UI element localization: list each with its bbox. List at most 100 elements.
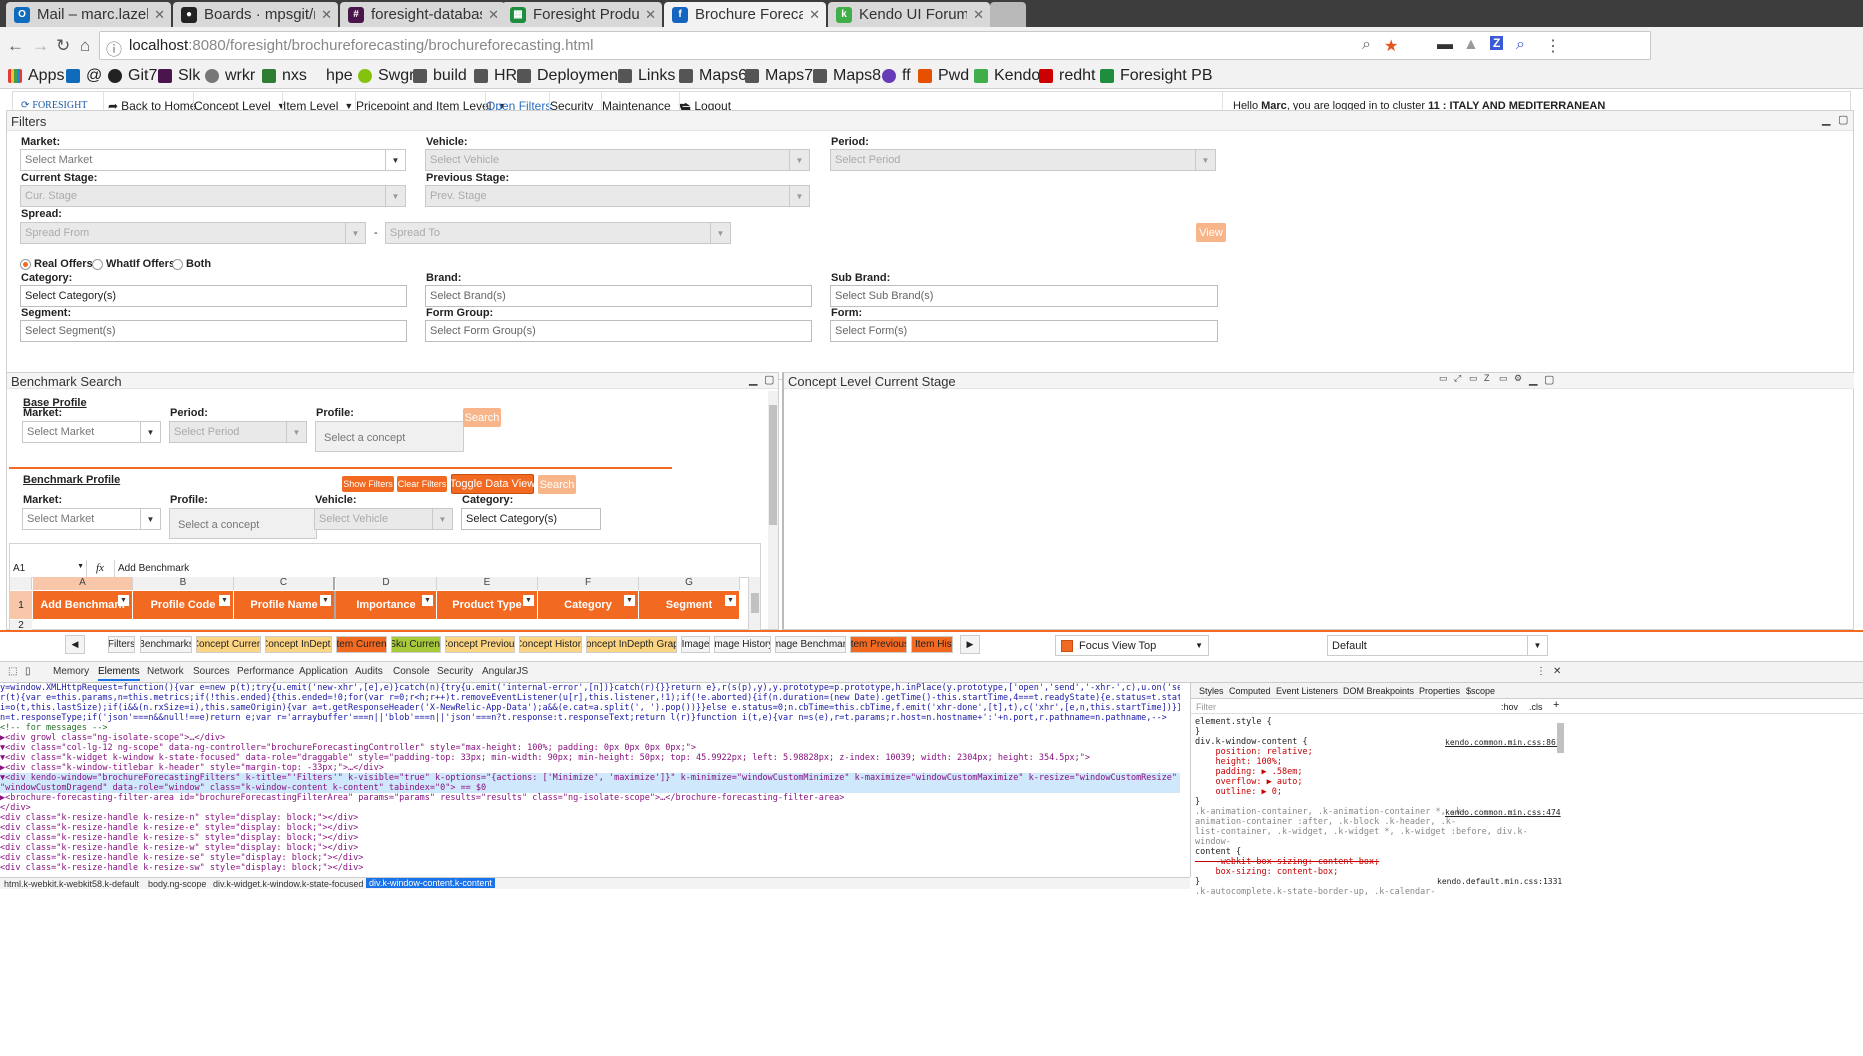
devtools-tab-console[interactable]: Console — [393, 666, 430, 677]
pin-icon[interactable]: ⤢ — [1454, 373, 1461, 384]
bookmark-git7[interactable]: Git7 — [108, 65, 157, 87]
style-line[interactable]: animation-container :after, .k-block .k-… — [1195, 817, 1555, 827]
style-line[interactable]: box-sizing: content-box; — [1195, 867, 1555, 877]
code-line-selected[interactable]: ▼<div kendo-window="brochureForecastingF… — [0, 773, 1180, 783]
style-line[interactable]: outline: ▶ 0; — [1195, 787, 1555, 797]
code-line[interactable]: <div class="k-resize-handle k-resize-n" … — [0, 813, 1180, 823]
code-line[interactable]: ▶<brochure-forecasting-filter-area id="b… — [0, 793, 1180, 803]
bookmark-apps[interactable]: Apps — [8, 65, 64, 87]
header-cell-importance[interactable]: Importance ▼ — [336, 591, 437, 619]
code-line-selected[interactable]: "windowCustomDragend" data-role="window"… — [0, 783, 1180, 793]
fit-icon[interactable]: ▭ — [1469, 373, 1478, 384]
benchmark-search-button[interactable]: Search — [538, 475, 576, 494]
sheet-scrollbar[interactable] — [748, 577, 760, 630]
bookmark-wrkr[interactable]: wrkr — [205, 65, 255, 87]
bookmark-deployment[interactable]: Deployment — [517, 65, 622, 87]
browser-tab-sheets[interactable]: ▦ Foresight Product ✕ — [502, 2, 662, 27]
search-icon[interactable]: ⌕ — [1516, 36, 1525, 54]
style-source-link[interactable]: kendo.common.min.css:474 — [1445, 808, 1561, 818]
menu-icon[interactable]: ⋮ — [1545, 36, 1561, 56]
style-line[interactable]: overflow: ▶ auto; — [1195, 777, 1555, 787]
toggle-data-view-button[interactable]: Toggle Data View — [450, 474, 535, 494]
address-bar[interactable]: localhost:8080/foresight/brochureforecas… — [99, 31, 1651, 60]
browser-tab-slack[interactable]: # foresight-databas ✕ — [340, 2, 505, 27]
new-tab-button[interactable] — [990, 2, 1026, 27]
elements-tree[interactable]: y=window.XMLHttpRequest=function(){var e… — [0, 683, 1180, 877]
refresh-icon[interactable]: ▭ — [1439, 373, 1448, 384]
bench-vehicle-dropdown[interactable]: Select Vehicle ▼ — [314, 508, 453, 530]
devtools-tab-security[interactable]: Security — [437, 666, 473, 677]
column-header-c[interactable]: C — [234, 577, 335, 590]
close-icon[interactable]: ✕ — [973, 7, 984, 23]
bookmark-star-icon[interactable]: ★ — [1384, 36, 1398, 56]
code-line[interactable]: <!-- for messages --> — [0, 723, 1180, 733]
column-header-d[interactable]: D — [336, 577, 437, 590]
styles-tab-scope[interactable]: $scope — [1466, 686, 1495, 696]
bookmark-redht[interactable]: redht — [1039, 65, 1095, 87]
show-filters-button[interactable]: Show Filters — [342, 476, 394, 492]
minimize-icon[interactable]: ▁ — [1822, 113, 1830, 126]
settings-icon[interactable]: ⚙ — [1514, 373, 1522, 384]
breadcrumb-item[interactable]: body.ng-scope — [148, 879, 206, 889]
default-dropdown[interactable]: Default ▼ — [1327, 635, 1548, 656]
header-cell-add-benchmark[interactable]: Add Benchmark ▼ — [33, 591, 133, 619]
styles-filter-input[interactable]: Filter — [1196, 702, 1216, 712]
styles-tab-dom-breakpoints[interactable]: DOM Breakpoints — [1343, 686, 1414, 696]
window-icon[interactable]: ▭ — [1499, 373, 1508, 384]
row-header-2[interactable]: 2 — [10, 620, 32, 630]
style-line[interactable]: padding: ▶ .58em; — [1195, 767, 1555, 777]
cell-reference-box[interactable]: A1 ▼ — [10, 560, 87, 577]
maximize-icon[interactable]: ▢ — [1544, 373, 1554, 386]
filter-icon[interactable]: ▼ — [118, 595, 129, 606]
current-stage-dropdown[interactable]: Cur. Stage ▼ — [20, 185, 406, 207]
bookmark-nxs[interactable]: nxs — [262, 65, 307, 87]
market-dropdown[interactable]: Select Market ▼ — [20, 149, 406, 171]
tabs-right-button[interactable]: ▶ — [960, 635, 980, 654]
style-source-link[interactable]: kendo.default.min.css:1331 — [1437, 877, 1562, 887]
maximize-icon[interactable]: ▢ — [1838, 113, 1848, 126]
style-line[interactable]: height: 100%; — [1195, 757, 1555, 767]
devtools-tab-application[interactable]: Application — [299, 666, 348, 677]
bookmark-swgr[interactable]: Swgr — [358, 65, 414, 87]
cls-toggle[interactable]: .cls — [1529, 702, 1543, 712]
zoom-icon[interactable]: Z — [1484, 373, 1490, 383]
tab-filters[interactable]: Filters — [108, 636, 135, 653]
styles-tab-computed[interactable]: Computed — [1229, 686, 1271, 696]
zotero-icon[interactable]: Z — [1490, 36, 1504, 50]
devtools-tab-network[interactable]: Network — [147, 666, 184, 677]
tabs-left-button[interactable]: ◀ — [65, 635, 85, 654]
filter-icon[interactable]: ▼ — [624, 595, 635, 606]
filter-icon[interactable]: ▼ — [320, 595, 331, 606]
info-icon[interactable]: ⓘ — [106, 36, 122, 60]
styles-scrollbar[interactable] — [1557, 723, 1564, 753]
column-header-e[interactable]: E — [437, 577, 538, 590]
tab-benchmarks[interactable]: Benchmarks — [140, 636, 192, 653]
formula-input[interactable]: Add Benchmark — [114, 560, 760, 577]
breadcrumb-item[interactable]: html.k-webkit.k-webkit58.k-default — [4, 879, 139, 889]
scrollbar-thumb[interactable] — [769, 405, 777, 525]
close-icon[interactable]: ✕ — [1553, 666, 1561, 677]
extension-icon[interactable]: ▬ — [1437, 36, 1453, 54]
tab-item-history[interactable]: Item Histo — [911, 636, 953, 653]
style-source-link[interactable]: kendo.common.min.css:861 — [1445, 738, 1561, 748]
bookmark-maps6[interactable]: Maps6 — [679, 65, 747, 87]
header-cell-category[interactable]: Category ▼ — [538, 591, 639, 619]
bookmark-slk[interactable]: Slk — [158, 65, 200, 87]
bookmark-maps8[interactable]: Maps8 — [813, 65, 881, 87]
tab-image-history[interactable]: Image History — [714, 636, 771, 653]
bookmark-hr[interactable]: HR — [474, 65, 517, 87]
filter-icon[interactable]: ▼ — [422, 595, 433, 606]
style-line[interactable]: .k-autocomplete.k-state-border-up, .k-ca… — [1195, 887, 1555, 897]
bookmark-outlook[interactable]: @ — [66, 65, 102, 87]
tab-item-previous[interactable]: Item Previous — [850, 636, 907, 653]
reload-icon[interactable]: ↻ — [56, 36, 70, 56]
tab-concept-history[interactable]: Concept History — [519, 636, 582, 653]
styles-tab-properties[interactable]: Properties — [1419, 686, 1460, 696]
tab-image-benchmark[interactable]: Image Benchmark — [775, 636, 846, 653]
devtools-tab-angularjs[interactable]: AngularJS — [482, 666, 528, 677]
base-search-button[interactable]: Search — [463, 408, 501, 427]
tab-concept-current[interactable]: Concept Current — [196, 636, 261, 653]
bookmark-pwd[interactable]: Pwd — [918, 65, 969, 87]
filter-icon[interactable]: ▼ — [219, 595, 230, 606]
code-line[interactable]: ▶<div class="k-window-titlebar k-header"… — [0, 763, 1180, 773]
